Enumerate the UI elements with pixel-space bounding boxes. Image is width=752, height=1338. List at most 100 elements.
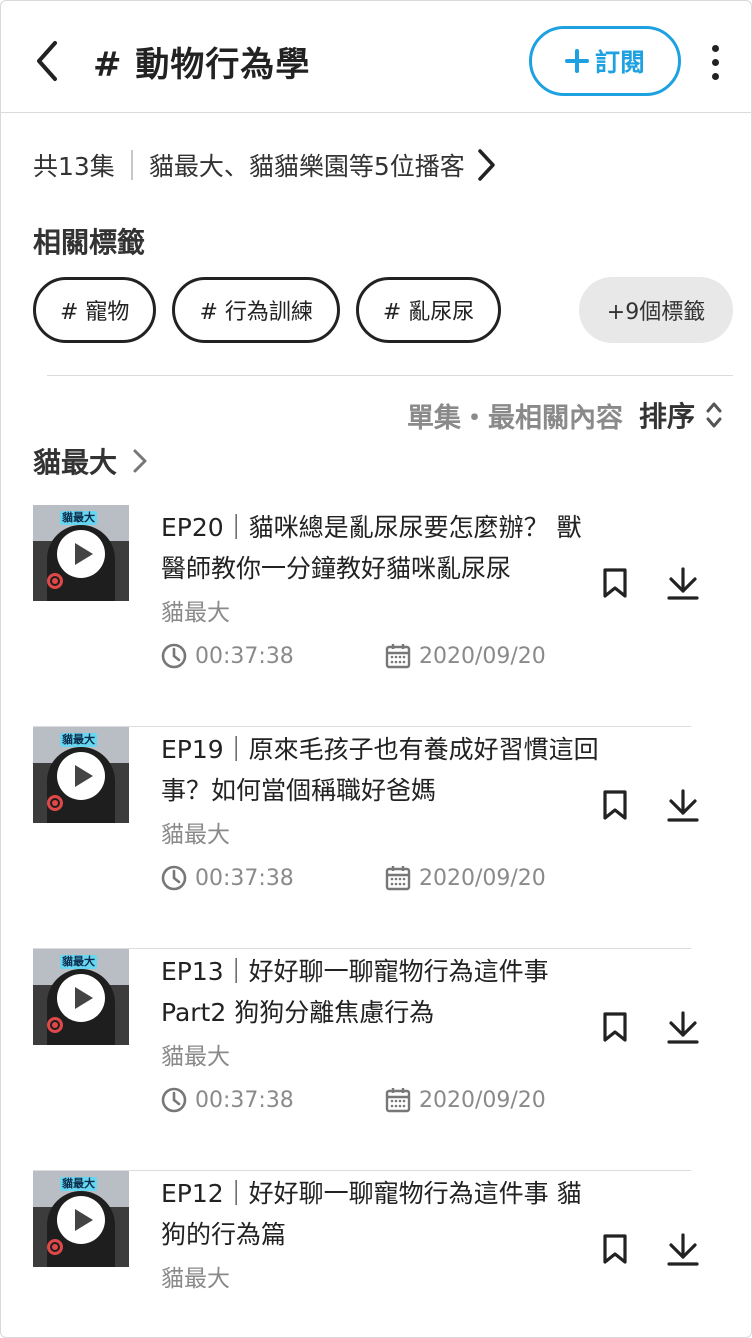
chevron-left-icon	[37, 41, 57, 81]
sort-label: 排序	[638, 400, 695, 433]
chevron-right-icon	[133, 449, 147, 473]
more-tags-button[interactable]: +9個標籤	[579, 277, 733, 343]
tag-label: # 寵物	[60, 300, 130, 325]
hashtag-summary-link[interactable]: 共13集 貓最大、貓貓樂園等5位播客	[33, 143, 497, 187]
episode-date: 2020/09/20	[385, 643, 546, 669]
episode-item[interactable]: 貓最大 EP12｜好好聊一聊寵物行為這件事 貓狗的行為篇 貓最大	[33, 1171, 699, 1337]
download-button[interactable]	[665, 1231, 701, 1267]
episode-item[interactable]: 貓最大 EP13｜好好聊一聊寵物行為這件事 Part2 狗狗分離焦慮行為 貓最大…	[33, 949, 699, 1171]
subscribe-label: 訂閱	[594, 48, 645, 77]
tag-chip[interactable]: # 亂尿尿	[355, 277, 502, 343]
bookmark-button[interactable]	[599, 565, 631, 601]
episode-thumbnail[interactable]: 貓最大	[33, 1171, 129, 1267]
clock-icon	[161, 865, 187, 891]
divider	[47, 375, 733, 376]
download-icon	[667, 1233, 699, 1266]
top-bar: # 動物行為學 訂閱	[1, 1, 751, 113]
bookmark-button[interactable]	[599, 787, 631, 823]
thumbnail-brand-label: 貓最大	[60, 511, 97, 525]
app-frame: # 動物行為學 訂閱 共13集 貓最大、貓貓樂園等5位播客 相關標籤 # 寵物 …	[0, 0, 752, 1338]
sort-description: 單集・最相關內容	[406, 402, 623, 434]
bookmark-icon	[603, 568, 627, 598]
bookmark-icon	[603, 1012, 627, 1042]
play-icon[interactable]	[57, 974, 105, 1022]
section-title: 貓最大	[33, 446, 118, 479]
bookmark-button[interactable]	[599, 1231, 631, 1267]
more-vertical-icon	[711, 44, 719, 52]
episode-duration: 00:37:38	[161, 643, 385, 669]
thumbnail-brand-label: 貓最大	[60, 955, 97, 969]
episode-item[interactable]: 貓最大 EP19｜原來毛孩子也有養成好習慣這回事？如何當個稱職好爸媽 貓最大 0…	[33, 727, 699, 949]
back-button[interactable]	[25, 35, 69, 87]
episode-title[interactable]: EP20｜貓咪總是亂尿尿要怎麼辦？ 獸醫師教你一分鐘教好貓咪亂尿尿	[161, 507, 601, 589]
date-text: 2020/09/20	[419, 865, 546, 891]
related-tags-heading: 相關標籤	[33, 226, 146, 259]
download-button[interactable]	[665, 1009, 701, 1045]
divider	[130, 150, 133, 180]
tag-label: # 亂尿尿	[382, 300, 475, 325]
tag-label: # 行為訓練	[199, 300, 313, 325]
subscribe-button[interactable]: 訂閱	[529, 26, 681, 96]
target-icon	[47, 573, 63, 589]
more-tags-label: +9個標籤	[606, 300, 706, 325]
play-icon[interactable]	[57, 1196, 105, 1244]
episode-title[interactable]: EP19｜原來毛孩子也有養成好習慣這回事？如何當個稱職好爸媽	[161, 729, 601, 811]
download-button[interactable]	[665, 787, 701, 823]
episode-title[interactable]: EP12｜好好聊一聊寵物行為這件事 貓狗的行為篇	[161, 1173, 601, 1255]
calendar-icon	[385, 866, 411, 891]
download-icon	[667, 567, 699, 600]
episode-meta: 00:37:38 2020/09/20	[161, 865, 546, 891]
episode-title[interactable]: EP13｜好好聊一聊寵物行為這件事 Part2 狗狗分離焦慮行為	[161, 951, 601, 1033]
episode-date: 2020/09/20	[385, 1087, 546, 1113]
episode-author: 貓最大	[161, 600, 230, 626]
episode-author: 貓最大	[161, 1266, 230, 1292]
episode-item[interactable]: 貓最大 EP20｜貓咪總是亂尿尿要怎麼辦？ 獸醫師教你一分鐘教好貓咪亂尿尿 貓最…	[33, 505, 699, 727]
episode-author: 貓最大	[161, 1044, 230, 1070]
sort-updown-icon	[706, 402, 722, 428]
episode-thumbnail[interactable]: 貓最大	[33, 505, 129, 601]
bookmark-icon	[603, 1234, 627, 1264]
duration-text: 00:37:38	[195, 643, 294, 669]
tag-chip[interactable]: # 寵物	[33, 277, 157, 343]
plus-icon	[564, 49, 589, 73]
target-icon	[47, 795, 63, 811]
podcaster-list: 貓最大、貓貓樂園等5位播客	[148, 152, 465, 181]
download-icon	[667, 789, 699, 822]
more-vertical-icon	[711, 72, 719, 80]
episode-duration: 00:37:38	[161, 1087, 385, 1113]
bookmark-button[interactable]	[599, 1009, 631, 1045]
episode-thumbnail[interactable]: 貓最大	[33, 949, 129, 1045]
duration-text: 00:37:38	[195, 1087, 294, 1113]
date-text: 2020/09/20	[419, 643, 546, 669]
episode-meta: 00:37:38 2020/09/20	[161, 1087, 546, 1113]
episode-duration: 00:37:38	[161, 865, 385, 891]
podcast-section-link[interactable]: 貓最大	[33, 439, 149, 483]
calendar-icon	[385, 1088, 411, 1113]
duration-text: 00:37:38	[195, 865, 294, 891]
sort-button[interactable]: 排序	[639, 395, 723, 435]
play-icon[interactable]	[57, 530, 105, 578]
download-icon	[667, 1011, 699, 1044]
episode-author: 貓最大	[161, 822, 230, 848]
calendar-icon	[385, 644, 411, 669]
target-icon	[47, 1239, 63, 1255]
target-icon	[47, 1017, 63, 1033]
bookmark-icon	[603, 790, 627, 820]
date-text: 2020/09/20	[419, 1087, 546, 1113]
episode-count: 共13集	[33, 152, 115, 181]
tag-list: # 寵物 # 行為訓練 # 亂尿尿	[33, 277, 502, 343]
chevron-right-icon	[475, 147, 497, 183]
download-button[interactable]	[665, 565, 701, 601]
episode-thumbnail[interactable]: 貓最大	[33, 727, 129, 823]
episode-meta: 00:37:38 2020/09/20	[161, 643, 546, 669]
tag-chip[interactable]: # 行為訓練	[172, 277, 340, 343]
thumbnail-brand-label: 貓最大	[60, 1177, 97, 1191]
thumbnail-brand-label: 貓最大	[60, 733, 97, 747]
play-icon[interactable]	[57, 752, 105, 800]
more-vertical-icon	[711, 58, 719, 66]
sort-bar: 單集・最相關內容 排序	[407, 393, 723, 437]
clock-icon	[161, 1087, 187, 1113]
clock-icon	[161, 643, 187, 669]
episode-date: 2020/09/20	[385, 865, 546, 891]
more-options-button[interactable]	[697, 37, 733, 87]
